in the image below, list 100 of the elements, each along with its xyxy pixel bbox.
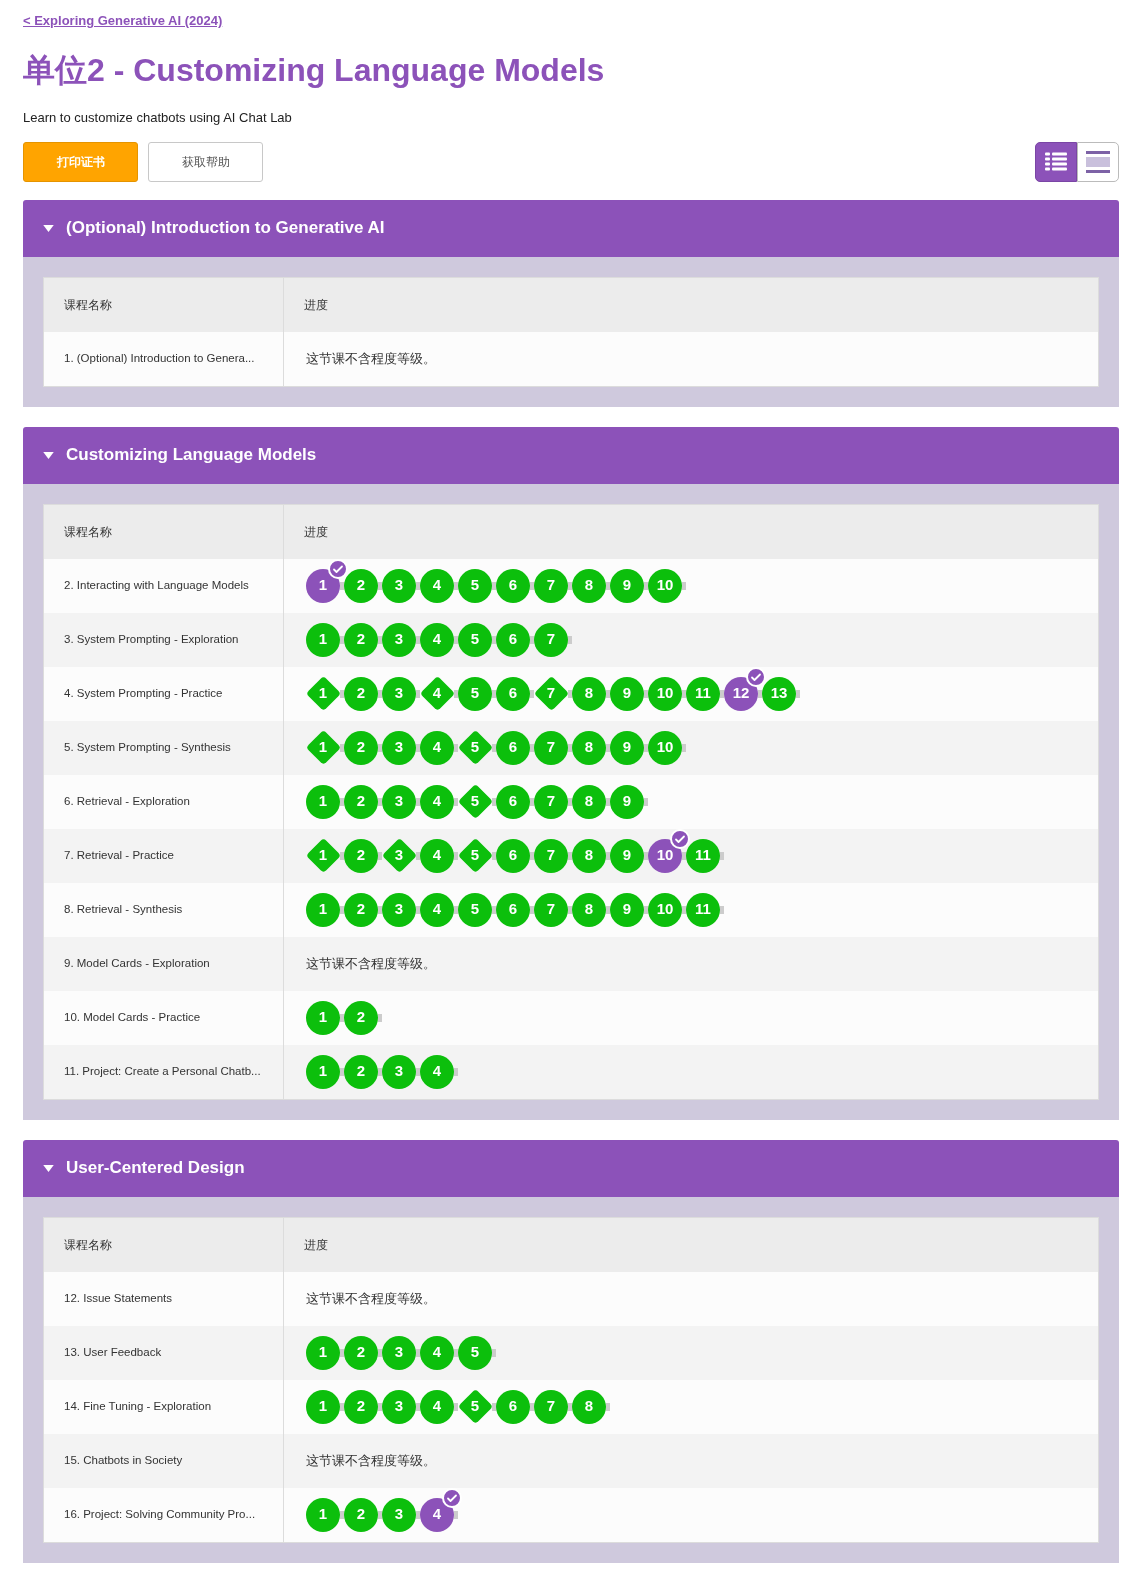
help-button[interactable]: 获取帮助 [148,141,263,182]
level-bubble[interactable]: 5 [458,730,492,765]
level-bubble[interactable]: 2 [344,784,378,819]
lesson-name[interactable]: 12. Issue Statements [64,1289,173,1308]
level-bubble[interactable]: 6 [496,622,530,657]
level-bubble[interactable]: 4 [420,1497,454,1532]
section-header[interactable]: Customizing Language Models [23,426,1119,484]
level-bubble[interactable]: 2 [344,730,378,765]
level-bubble[interactable]: 4 [420,1335,454,1370]
lesson-name[interactable]: 3. System Prompting - Exploration [64,630,239,649]
level-bubble[interactable]: 4 [420,568,454,603]
level-bubble[interactable]: 4 [420,1054,454,1089]
lesson-name[interactable]: 14. Fine Tuning - Exploration [64,1397,212,1416]
level-bubble[interactable]: 11 [686,676,720,711]
level-bubble[interactable]: 2 [344,1054,378,1089]
level-bubble[interactable]: 9 [610,784,644,819]
level-bubble[interactable]: 7 [534,568,568,603]
level-bubble[interactable]: 9 [610,892,644,927]
level-bubble[interactable]: 3 [382,730,416,765]
level-bubble[interactable]: 3 [382,676,416,711]
lesson-name[interactable]: 9. Model Cards - Exploration [64,954,210,973]
level-bubble[interactable]: 8 [572,1389,606,1424]
level-bubble[interactable]: 5 [458,622,492,657]
lesson-name[interactable]: 8. Retrieval - Synthesis [64,900,183,919]
level-bubble[interactable]: 9 [610,676,644,711]
level-bubble[interactable]: 11 [686,892,720,927]
level-bubble[interactable]: 1 [306,892,340,927]
level-bubble[interactable]: 10 [648,892,682,927]
level-bubble[interactable]: 4 [420,730,454,765]
level-bubble[interactable]: 2 [344,838,378,873]
level-bubble[interactable]: 7 [534,676,568,711]
level-bubble[interactable]: 2 [344,1497,378,1532]
level-bubble[interactable]: 3 [382,1335,416,1370]
level-bubble[interactable]: 3 [382,568,416,603]
level-bubble[interactable]: 6 [496,784,530,819]
level-bubble[interactable]: 2 [344,676,378,711]
level-bubble[interactable]: 8 [572,784,606,819]
level-bubble[interactable]: 6 [496,568,530,603]
level-bubble[interactable]: 10 [648,676,682,711]
section-header[interactable]: (Optional) Introduction to Generative AI [23,199,1119,257]
level-bubble[interactable]: 7 [534,784,568,819]
level-bubble[interactable]: 7 [534,622,568,657]
level-bubble[interactable]: 1 [306,784,340,819]
level-bubble[interactable]: 1 [306,838,340,873]
level-bubble[interactable]: 8 [572,892,606,927]
level-bubble[interactable]: 4 [420,622,454,657]
level-bubble[interactable]: 2 [344,1389,378,1424]
section-header[interactable]: User-Centered Design [23,1139,1119,1197]
level-bubble[interactable]: 9 [610,838,644,873]
lesson-name[interactable]: 2. Interacting with Language Models [64,576,249,595]
level-bubble[interactable]: 10 [648,838,682,873]
level-bubble[interactable]: 2 [344,1335,378,1370]
level-bubble[interactable]: 7 [534,1389,568,1424]
level-bubble[interactable]: 11 [686,838,720,873]
level-bubble[interactable]: 10 [648,730,682,765]
level-bubble[interactable]: 1 [306,1054,340,1089]
level-bubble[interactable]: 7 [534,838,568,873]
level-bubble[interactable]: 1 [306,622,340,657]
level-bubble[interactable]: 7 [534,730,568,765]
level-bubble[interactable]: 6 [496,892,530,927]
level-bubble[interactable]: 5 [458,784,492,819]
lesson-name[interactable]: 13. User Feedback [64,1343,162,1362]
level-bubble[interactable]: 9 [610,568,644,603]
level-bubble[interactable]: 3 [382,892,416,927]
level-bubble[interactable]: 6 [496,838,530,873]
level-bubble[interactable]: 4 [420,676,454,711]
lesson-name[interactable]: 7. Retrieval - Practice [64,846,174,865]
level-bubble[interactable]: 1 [306,1335,340,1370]
back-link[interactable]: < Exploring Generative AI (2024) [23,13,223,28]
print-certificate-button[interactable]: 打印证书 [23,141,138,182]
level-bubble[interactable]: 1 [306,1389,340,1424]
view-toggle[interactable] [1035,141,1077,182]
level-bubble[interactable]: 2 [344,568,378,603]
level-bubble[interactable]: 13 [762,676,796,711]
lesson-name[interactable]: 5. System Prompting - Synthesis [64,738,231,757]
level-bubble[interactable]: 9 [610,730,644,765]
level-bubble[interactable]: 3 [382,1497,416,1532]
level-bubble[interactable]: 4 [420,892,454,927]
level-bubble[interactable]: 4 [420,784,454,819]
level-bubble[interactable]: 3 [382,838,416,873]
level-bubble[interactable]: 8 [572,676,606,711]
level-bubble[interactable]: 1 [306,730,340,765]
level-bubble[interactable]: 4 [420,838,454,873]
lesson-name[interactable]: 16. Project: Solving Community Pro... [64,1505,256,1524]
level-bubble[interactable]: 2 [344,622,378,657]
level-bubble[interactable]: 5 [458,676,492,711]
lesson-name[interactable]: 1. (Optional) Introduction to Genera... [64,349,255,368]
level-bubble[interactable]: 5 [458,838,492,873]
level-bubble[interactable]: 4 [420,1389,454,1424]
level-bubble[interactable]: 5 [458,892,492,927]
level-bubble[interactable]: 5 [458,1389,492,1424]
lesson-name[interactable]: 6. Retrieval - Exploration [64,792,190,811]
level-bubble[interactable]: 3 [382,622,416,657]
level-bubble[interactable]: 1 [306,1497,340,1532]
view-toggle[interactable] [1077,141,1119,182]
level-bubble[interactable]: 12 [724,676,758,711]
level-bubble[interactable]: 8 [572,838,606,873]
level-bubble[interactable]: 2 [344,892,378,927]
level-bubble[interactable]: 7 [534,892,568,927]
level-bubble[interactable]: 3 [382,784,416,819]
